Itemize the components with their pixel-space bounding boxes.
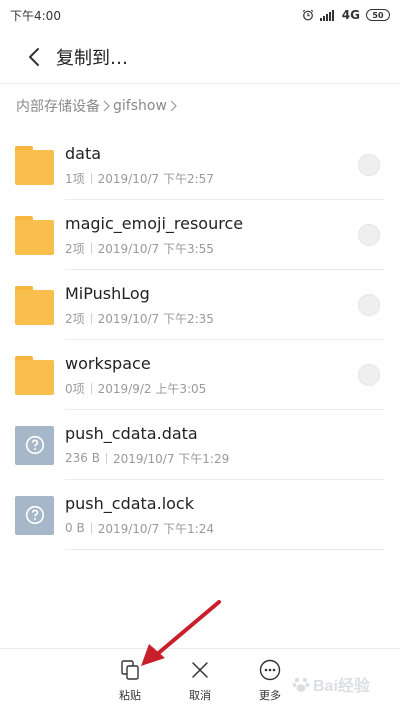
watermark: Bai经验 xyxy=(292,672,370,696)
file-date: 2019/10/7 下午3:55 xyxy=(97,241,214,256)
header: 复制到… xyxy=(0,32,400,82)
unknown-file-icon xyxy=(15,495,54,535)
watermark-text: Bai经验 xyxy=(313,678,370,695)
folder-icon xyxy=(15,285,54,325)
page-title: 复制到… xyxy=(56,48,128,69)
signal-icon xyxy=(319,9,336,21)
list-item[interactable]: workspace 0项 2019/9/2 上午3:05 xyxy=(0,340,400,410)
file-item-count: 2项 xyxy=(65,241,85,256)
file-date: 2019/10/7 下午2:57 xyxy=(97,171,214,186)
file-date: 2019/10/7 下午2:35 xyxy=(97,311,214,326)
file-item-count: 1项 xyxy=(65,171,85,186)
status-icons: 4G 50 xyxy=(302,8,390,22)
more-icon xyxy=(259,659,281,681)
select-checkbox[interactable] xyxy=(358,154,380,176)
file-date: 2019/10/7 下午1:29 xyxy=(112,451,230,466)
file-size: 236 B xyxy=(65,451,100,465)
list-item[interactable]: magic_emoji_resource 2项 2019/10/7 下午3:55 xyxy=(0,200,400,270)
select-checkbox[interactable] xyxy=(358,224,380,246)
file-name: MiPushLog xyxy=(65,283,150,303)
folder-icon xyxy=(15,215,54,255)
file-list: data 1项 2019/10/7 下午2:57 magic_emoji_reso… xyxy=(0,130,400,550)
cancel-label: 取消 xyxy=(189,689,211,702)
file-name: workspace xyxy=(65,353,151,373)
more-button[interactable]: 更多 xyxy=(240,659,300,703)
paw-icon xyxy=(292,677,310,692)
select-checkbox[interactable] xyxy=(358,294,380,316)
breadcrumb: 内部存储设备 gifshow xyxy=(16,92,180,120)
file-name: push_cdata.lock xyxy=(65,493,194,513)
file-item-count: 2项 xyxy=(65,311,85,326)
more-label: 更多 xyxy=(259,689,281,702)
back-icon[interactable] xyxy=(16,39,52,75)
folder-icon xyxy=(15,355,54,395)
list-item[interactable]: push_cdata.data 236 B 2019/10/7 下午1:29 xyxy=(0,410,400,480)
list-item[interactable]: MiPushLog 2项 2019/10/7 下午2:35 xyxy=(0,270,400,340)
list-item[interactable]: push_cdata.lock 0 B 2019/10/7 下午1:24 xyxy=(0,480,400,550)
paste-label: 粘贴 xyxy=(119,689,141,702)
select-checkbox[interactable] xyxy=(358,364,380,386)
folder-icon xyxy=(15,145,54,185)
unknown-file-icon xyxy=(15,425,54,465)
alarm-icon xyxy=(302,9,314,21)
list-item[interactable]: data 1项 2019/10/7 下午2:57 xyxy=(0,130,400,200)
chevron-right-icon xyxy=(170,100,177,112)
annotation-arrow-icon xyxy=(141,600,221,666)
file-name: magic_emoji_resource xyxy=(65,213,244,233)
breadcrumb-current[interactable]: gifshow xyxy=(113,98,167,114)
header-divider xyxy=(0,83,400,84)
file-date: 2019/10/7 下午1:24 xyxy=(97,521,214,536)
file-name: push_cdata.data xyxy=(65,423,198,443)
file-date: 2019/9/2 上午3:05 xyxy=(97,381,207,396)
status-bar: 下午4:00 4G 50 xyxy=(0,0,400,30)
file-item-count: 0项 xyxy=(65,381,85,396)
network-type: 4G xyxy=(341,8,360,22)
file-name: data xyxy=(65,143,102,163)
status-time: 下午4:00 xyxy=(10,8,61,23)
battery-icon: 50 xyxy=(366,9,390,21)
breadcrumb-root[interactable]: 内部存储设备 xyxy=(16,96,100,116)
file-size: 0 B xyxy=(65,521,85,535)
chevron-right-icon xyxy=(103,100,110,112)
